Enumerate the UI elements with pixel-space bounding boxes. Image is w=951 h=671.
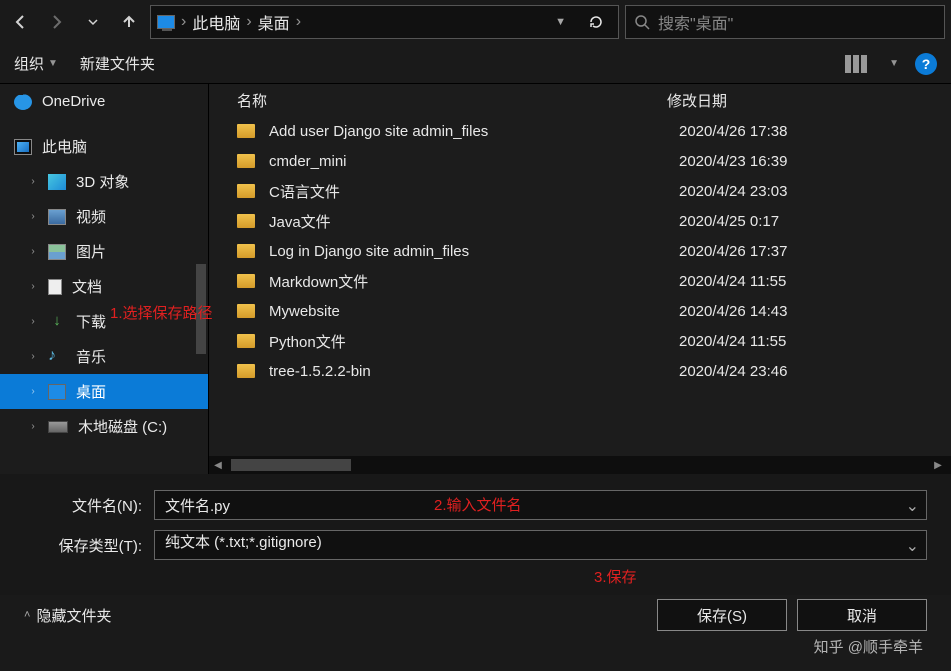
address-bar[interactable]: › 此电脑 › 桌面 › ▼	[150, 5, 619, 39]
search-placeholder: 搜索"桌面"	[658, 10, 733, 34]
download-icon: ↓	[48, 314, 66, 330]
recent-dropdown[interactable]	[78, 7, 108, 37]
sidebar-item-pictures[interactable]: ›图片	[0, 234, 208, 269]
organize-menu[interactable]: 组织 ▼	[14, 53, 58, 74]
horizontal-scrollbar[interactable]: ◀ ▶	[209, 456, 951, 474]
filename-label: 文件名(N):	[24, 495, 154, 516]
hide-folders-link[interactable]: 隐藏文件夹	[36, 605, 111, 626]
refresh-icon[interactable]	[588, 14, 604, 30]
file-name: cmder_mini	[269, 153, 679, 170]
file-name: Markdown文件	[269, 271, 679, 292]
file-row[interactable]: tree-1.5.2.2-bin2020/4/24 23:46	[209, 356, 951, 386]
desktop-icon	[48, 384, 66, 400]
sidebar-item-disk-c[interactable]: ›木地磁盘 (C:)	[0, 409, 208, 444]
file-date: 2020/4/24 23:03	[679, 183, 787, 200]
file-date: 2020/4/26 17:37	[679, 243, 787, 260]
filename-input[interactable]	[154, 490, 927, 520]
view-dropdown-icon[interactable]: ▼	[889, 58, 899, 69]
file-name: tree-1.5.2.2-bin	[269, 363, 679, 380]
file-name: Add user Django site admin_files	[269, 123, 679, 140]
file-name: Java文件	[269, 211, 679, 232]
folder-icon	[237, 304, 255, 318]
file-date: 2020/4/24 23:46	[679, 363, 787, 380]
file-row[interactable]: Mywebsite2020/4/26 14:43	[209, 296, 951, 326]
filetype-combo[interactable]: 纯文本 (*.txt;*.gitignore)	[154, 530, 927, 560]
annotation-3: 3.保存	[594, 566, 951, 587]
file-row[interactable]: cmder_mini2020/4/23 16:39	[209, 146, 951, 176]
filetype-dropdown-icon[interactable]: ⌄	[906, 536, 919, 556]
sidebar-item-this-pc[interactable]: 此电脑	[0, 129, 208, 164]
save-button[interactable]: 保存(S)	[657, 599, 787, 631]
video-icon	[48, 209, 66, 225]
new-folder-button[interactable]: 新建文件夹	[80, 53, 155, 74]
file-date: 2020/4/24 11:55	[679, 273, 786, 290]
pc-icon	[14, 139, 32, 155]
file-date: 2020/4/24 11:55	[679, 333, 786, 350]
file-row[interactable]: Python文件2020/4/24 11:55	[209, 326, 951, 356]
pictures-icon	[48, 244, 66, 260]
file-name: Mywebsite	[269, 303, 679, 320]
file-list: Add user Django site admin_files2020/4/2…	[209, 116, 951, 456]
disk-icon	[48, 421, 68, 433]
save-form: 文件名(N): ⌄ 2.输入文件名 保存类型(T): 纯文本 (*.txt;*.…	[0, 474, 951, 595]
folder-icon	[237, 334, 255, 348]
filetype-label: 保存类型(T):	[24, 535, 154, 556]
nav-row: › 此电脑 › 桌面 › ▼ 搜索"桌面"	[0, 0, 951, 44]
folder-icon	[237, 244, 255, 258]
back-button[interactable]	[6, 7, 36, 37]
file-row[interactable]: Markdown文件2020/4/24 11:55	[209, 266, 951, 296]
filename-dropdown-icon[interactable]: ⌄	[906, 496, 919, 516]
pc-icon	[157, 15, 175, 29]
expand-icon[interactable]: ˄	[24, 609, 30, 621]
toolbar: 组织 ▼ 新建文件夹 ▼ ?	[0, 44, 951, 84]
folder-icon	[237, 364, 255, 378]
cancel-button[interactable]: 取消	[797, 599, 927, 631]
sidebar-item-video[interactable]: ›视频	[0, 199, 208, 234]
view-options-button[interactable]	[845, 55, 873, 73]
search-box[interactable]: 搜索"桌面"	[625, 5, 945, 39]
sidebar: OneDrive 此电脑 ›3D 对象 ›视频 ›图片 ›文档 ›↓下载 ›♪音…	[0, 84, 208, 474]
folder-icon	[237, 184, 255, 198]
file-date: 2020/4/26 17:38	[679, 123, 787, 140]
sidebar-item-3d[interactable]: ›3D 对象	[0, 164, 208, 199]
file-name: Log in Django site admin_files	[269, 243, 679, 260]
column-headers: 名称 修改日期	[209, 84, 951, 116]
3d-icon	[48, 174, 66, 190]
breadcrumb-item[interactable]: 桌面	[258, 10, 290, 34]
col-date[interactable]: 修改日期	[667, 90, 951, 111]
file-row[interactable]: C语言文件2020/4/24 23:03	[209, 176, 951, 206]
sidebar-item-onedrive[interactable]: OneDrive	[0, 84, 208, 119]
col-name[interactable]: 名称	[237, 90, 667, 111]
sidebar-item-music[interactable]: ›♪音乐	[0, 339, 208, 374]
address-dropdown-icon[interactable]: ▼	[555, 16, 566, 28]
folder-icon	[237, 214, 255, 228]
folder-icon	[237, 274, 255, 288]
sidebar-item-desktop[interactable]: ›桌面	[0, 374, 208, 409]
cloud-icon	[14, 94, 32, 110]
music-icon: ♪	[48, 349, 66, 365]
file-name: C语言文件	[269, 181, 679, 202]
search-icon	[634, 14, 650, 30]
up-button[interactable]	[114, 7, 144, 37]
file-name: Python文件	[269, 331, 679, 352]
sidebar-scrollbar[interactable]	[196, 264, 206, 354]
file-row[interactable]: Add user Django site admin_files2020/4/2…	[209, 116, 951, 146]
main-area: OneDrive 此电脑 ›3D 对象 ›视频 ›图片 ›文档 ›↓下载 ›♪音…	[0, 84, 951, 474]
help-button[interactable]: ?	[915, 53, 937, 75]
folder-icon	[237, 124, 255, 138]
sidebar-item-downloads[interactable]: ›↓下载	[0, 304, 208, 339]
file-date: 2020/4/26 14:43	[679, 303, 787, 320]
sidebar-item-docs[interactable]: ›文档	[0, 269, 208, 304]
file-date: 2020/4/23 16:39	[679, 153, 787, 170]
forward-button[interactable]	[42, 7, 72, 37]
document-icon	[48, 279, 62, 295]
file-row[interactable]: Java文件2020/4/25 0:17	[209, 206, 951, 236]
file-date: 2020/4/25 0:17	[679, 213, 779, 230]
folder-icon	[237, 154, 255, 168]
file-list-pane: 名称 修改日期 Add user Django site admin_files…	[209, 84, 951, 474]
file-row[interactable]: Log in Django site admin_files2020/4/26 …	[209, 236, 951, 266]
breadcrumb-item[interactable]: 此电脑	[192, 10, 240, 34]
dialog-footer: ˄ 隐藏文件夹 保存(S) 取消	[0, 595, 951, 641]
